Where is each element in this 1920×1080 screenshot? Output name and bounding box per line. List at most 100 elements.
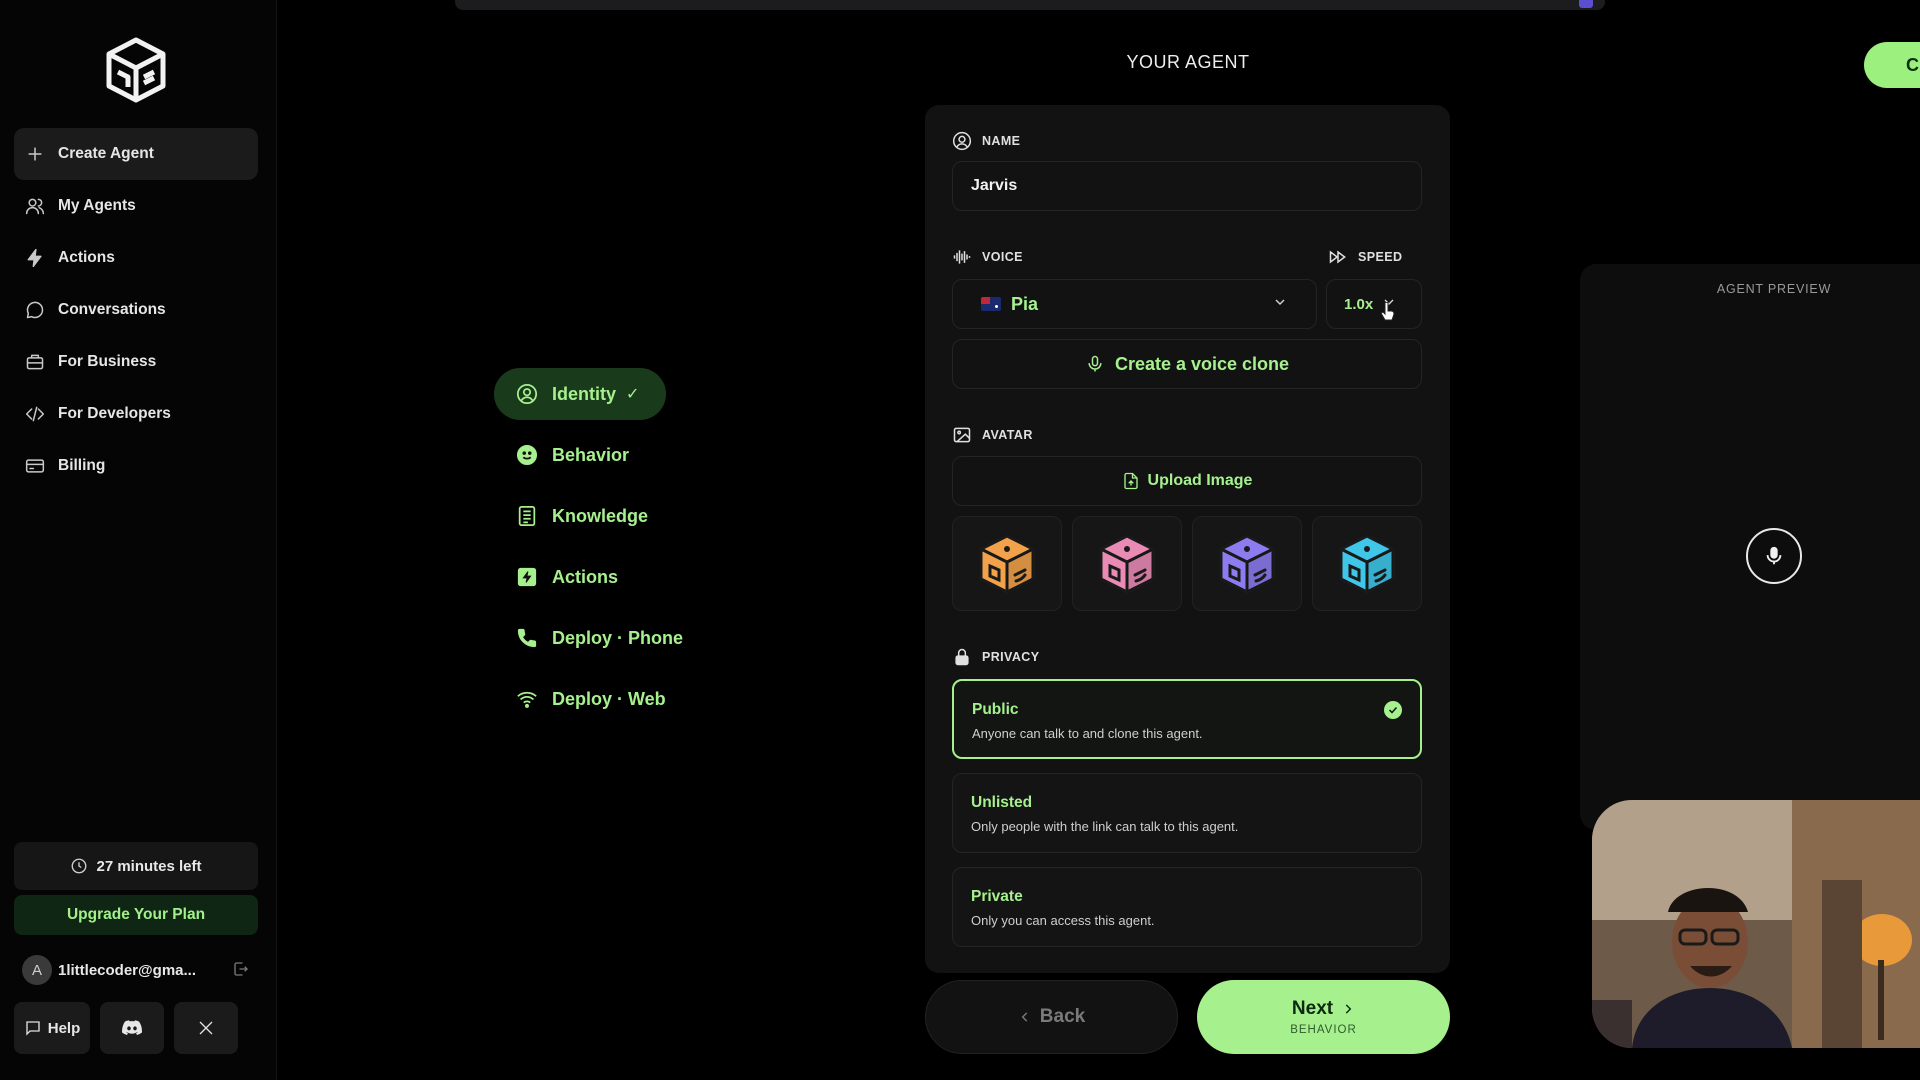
- sidebar-item-label: Billing: [58, 457, 106, 474]
- speed-label: SPEED: [1358, 250, 1403, 264]
- sidebar-item-billing[interactable]: Billing: [14, 440, 258, 492]
- help-button[interactable]: Help: [14, 1002, 90, 1054]
- avatar: A: [22, 955, 52, 985]
- option-description: Only people with the link can talk to th…: [971, 819, 1239, 834]
- sidebar-item-conversations[interactable]: Conversations: [14, 284, 258, 336]
- upload-image-button[interactable]: Upload Image: [952, 456, 1422, 506]
- phone-icon: [517, 628, 537, 648]
- sidebar-item-label: For Business: [58, 353, 157, 370]
- australia-flag-icon: [981, 297, 1001, 311]
- step-label: Behavior: [552, 444, 630, 465]
- avatar-section-label: AVATAR: [952, 425, 1033, 445]
- document-icon: [518, 505, 536, 527]
- create-voice-clone-button[interactable]: Create a voice clone: [952, 339, 1422, 389]
- time-left-text: 27 minutes left: [96, 857, 202, 875]
- card-icon: [24, 455, 46, 477]
- agent-form-panel: NAME Jarvis VOICE SPEED Pia 1.0x Create …: [925, 105, 1450, 973]
- privacy-label: PRIVACY: [982, 650, 1040, 664]
- avatar-option-pink[interactable]: [1072, 516, 1182, 611]
- upgrade-plan-button[interactable]: Upgrade Your Plan: [14, 895, 258, 935]
- option-title: Unlisted: [971, 794, 1033, 811]
- chevron-right-icon: [1345, 1004, 1352, 1014]
- avatar-option-orange[interactable]: [952, 516, 1062, 611]
- step-knowledge[interactable]: Knowledge: [494, 490, 724, 542]
- microphone-icon: [1766, 546, 1782, 565]
- voice-label: VOICE: [982, 250, 1023, 264]
- chevron-down-icon: [1272, 294, 1288, 315]
- sidebar-item-label: Actions: [58, 249, 115, 266]
- back-button[interactable]: Back: [925, 980, 1178, 1054]
- smiley-icon: [516, 444, 538, 466]
- voice-select[interactable]: Pia: [952, 279, 1317, 329]
- sidebar-item-label: Create Agent: [58, 145, 154, 162]
- mouse-cursor-icon: [1380, 302, 1395, 321]
- bolt-icon: [517, 567, 537, 587]
- bolt-icon: [24, 247, 46, 269]
- step-behavior[interactable]: Behavior: [494, 429, 724, 481]
- microphone-button[interactable]: [1746, 528, 1802, 584]
- account-email: 1littlecoder@gma...: [58, 961, 196, 979]
- cube-avatar-icon: [1099, 534, 1155, 593]
- cube-avatar-icon: [1219, 534, 1275, 593]
- privacy-option-unlisted[interactable]: Unlisted Only people with the link can t…: [952, 773, 1422, 853]
- microphone-icon: [1088, 355, 1102, 372]
- name-section-label: NAME: [952, 131, 1020, 151]
- option-title: Private: [971, 888, 1023, 905]
- user-circle-icon: [516, 383, 538, 405]
- step-label: Actions: [552, 566, 619, 587]
- sidebar-item-for-business[interactable]: For Business: [14, 336, 258, 388]
- sidebar-nav: Create Agent My Agents Actions Conversat…: [14, 128, 258, 492]
- step-deploy-web[interactable]: Deploy · Web: [494, 673, 724, 725]
- avatar-options: [952, 516, 1422, 611]
- code-icon: [24, 403, 46, 425]
- discord-button[interactable]: [100, 1002, 164, 1054]
- sidebar-item-label: Conversations: [58, 301, 166, 318]
- extension-icon[interactable]: [1579, 0, 1593, 8]
- users-icon: [24, 195, 46, 217]
- waveform-icon: [953, 250, 971, 264]
- privacy-option-public[interactable]: Public Anyone can talk to and clone this…: [952, 679, 1422, 759]
- sidebar-item-actions[interactable]: Actions: [14, 232, 258, 284]
- step-identity[interactable]: Identity ✓: [494, 368, 666, 420]
- sidebar-item-create-agent[interactable]: Create Agent: [14, 128, 258, 180]
- logout-icon[interactable]: [232, 960, 252, 980]
- avatar-option-cyan[interactable]: [1312, 516, 1422, 611]
- option-title: Public: [972, 701, 1019, 718]
- speed-select[interactable]: 1.0x: [1326, 279, 1422, 329]
- next-button[interactable]: Next BEHAVIOR: [1197, 980, 1450, 1054]
- sidebar-item-label: For Developers: [58, 405, 171, 422]
- check-icon: ✓: [626, 386, 640, 403]
- back-label: Back: [1039, 1006, 1086, 1027]
- step-deploy-phone[interactable]: Deploy · Phone: [494, 612, 724, 664]
- speed-section-label: SPEED: [1328, 247, 1402, 267]
- sidebar-item-my-agents[interactable]: My Agents: [14, 180, 258, 232]
- sidebar-item-label: My Agents: [58, 197, 136, 214]
- wifi-icon: [517, 691, 537, 708]
- sidebar-bottom-buttons: Help: [14, 1002, 258, 1054]
- voice-section-label: VOICE: [952, 247, 1023, 267]
- clock-icon: [72, 858, 87, 874]
- cube-avatar-icon: [979, 534, 1035, 593]
- option-description: Anyone can talk to and clone this agent.: [972, 726, 1203, 741]
- cube-avatar-icon: [1339, 534, 1395, 593]
- page-title: YOUR AGENT: [1126, 52, 1250, 72]
- account-row[interactable]: A 1littlecoder@gma...: [22, 954, 252, 986]
- chat-icon: [26, 1021, 40, 1036]
- top-right-button[interactable]: C: [1864, 42, 1920, 88]
- x-twitter-button[interactable]: [174, 1002, 238, 1054]
- step-label: Knowledge: [552, 505, 649, 526]
- agent-preview-title: AGENT PREVIEW: [1716, 282, 1832, 296]
- agent-name-input[interactable]: Jarvis: [952, 161, 1422, 211]
- avatar-label: AVATAR: [982, 428, 1033, 442]
- file-upload-icon: [1123, 472, 1138, 490]
- privacy-option-private[interactable]: Private Only you can access this agent.: [952, 867, 1422, 947]
- step-actions[interactable]: Actions: [494, 551, 724, 603]
- voice-value: Pia: [1011, 293, 1039, 314]
- x-icon: [199, 1021, 213, 1035]
- webcam-overlay: [1592, 800, 1920, 1048]
- lock-icon: [955, 648, 969, 666]
- app-logo-icon[interactable]: [104, 36, 168, 104]
- avatar-option-purple[interactable]: [1192, 516, 1302, 611]
- wizard-steps: Identity ✓ Behavior Knowledge Actions De…: [494, 368, 724, 734]
- sidebar-item-for-developers[interactable]: For Developers: [14, 388, 258, 440]
